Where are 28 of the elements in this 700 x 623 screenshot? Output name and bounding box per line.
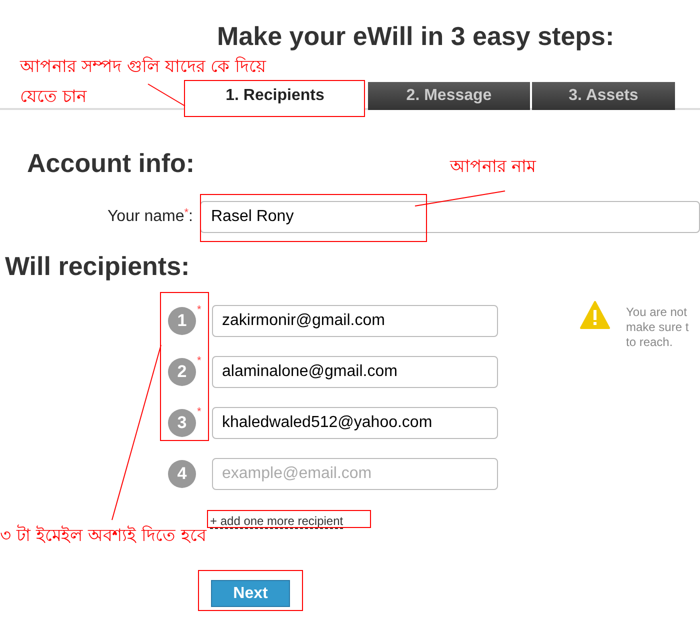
required-mark: * xyxy=(197,355,202,367)
warning-text: to reach. xyxy=(626,335,674,350)
step-number: 3 xyxy=(168,409,196,437)
page-title: Make your eWill in 3 easy steps: xyxy=(217,20,616,52)
name-field[interactable]: Rasel Rony xyxy=(200,201,700,233)
add-recipient-link[interactable]: + add one more recipient xyxy=(210,514,344,529)
section-heading: Will recipients: xyxy=(5,252,190,280)
step-number: 1 xyxy=(168,307,196,335)
email-field[interactable]: alaminalone@gmail.com xyxy=(212,356,498,388)
email-field[interactable]: khaledwaled512@yahoo.com xyxy=(212,407,498,439)
annotation-text: আপনার নাম xyxy=(450,156,536,178)
step-number: 4 xyxy=(168,460,196,488)
annotation-text: আপনার সম্পদ গুলি যাদের কে দিয়ে xyxy=(20,56,266,78)
email-field[interactable]: example@email.com xyxy=(212,458,498,490)
email-field[interactable]: zakirmonir@gmail.com xyxy=(212,305,498,337)
field-label: Your name$^{*}$: xyxy=(107,206,193,227)
step-number: 2 xyxy=(168,358,196,386)
annotation-text: ৩ টা ইমেইল অবশ্যই দিতে হবে xyxy=(0,524,206,548)
warning-text: make sure t xyxy=(626,320,689,335)
required-mark: * xyxy=(197,304,202,316)
step-tab[interactable]: 2. Message xyxy=(368,82,530,110)
warning-icon xyxy=(580,301,610,329)
section-heading: Account info: xyxy=(27,148,195,178)
annotation-text: যেতে চান xyxy=(20,86,86,108)
required-mark: * xyxy=(197,406,202,418)
step-tab[interactable]: 3. Assets xyxy=(532,82,675,110)
leader-line xyxy=(148,84,186,106)
warning-text: You are not xyxy=(626,305,688,320)
